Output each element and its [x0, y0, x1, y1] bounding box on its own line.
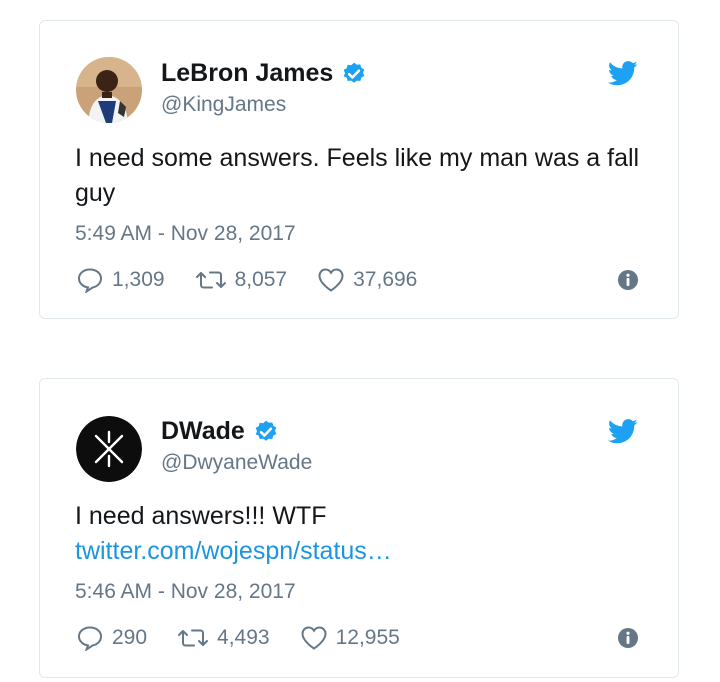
author-row: LeBron James: [161, 59, 367, 88]
reply-icon: [77, 626, 103, 651]
like-button[interactable]: 12,955: [300, 625, 400, 651]
retweet-icon: [178, 629, 209, 647]
retweet-icon: [195, 271, 226, 289]
timestamp[interactable]: 5:49 AM - Nov 28, 2017: [75, 222, 296, 246]
display-name[interactable]: DWade: [161, 417, 245, 446]
handle[interactable]: @KingJames: [161, 93, 286, 117]
tweet-card-dwade[interactable]: DWade @DwyaneWade I need answers!!! WTF …: [39, 378, 679, 678]
info-icon[interactable]: [616, 626, 640, 650]
avatar[interactable]: [76, 416, 142, 482]
tweet-card-lebron[interactable]: LeBron James @KingJames I need some answ…: [39, 20, 679, 319]
reply-count: 1,309: [112, 268, 165, 291]
tweet-link[interactable]: twitter.com/wojespn/status…: [75, 534, 642, 569]
display-name[interactable]: LeBron James: [161, 59, 333, 88]
twitter-bird-icon[interactable]: [608, 419, 638, 444]
reply-count: 290: [112, 626, 148, 649]
like-count: 12,955: [335, 626, 400, 649]
handle[interactable]: @DwyaneWade: [161, 451, 312, 475]
heart-icon: [301, 626, 327, 650]
avatar-photo-icon: [76, 57, 142, 123]
info-icon[interactable]: [616, 268, 640, 292]
retweet-button[interactable]: 4,493: [177, 626, 270, 650]
action-bar: 290 4,493 12,955: [76, 623, 640, 653]
avatar[interactable]: [76, 57, 142, 123]
action-bar: 1,309 8,057 37,696: [76, 265, 640, 295]
tweet-text: I need answers!!! WTF: [75, 502, 327, 530]
retweet-count: 4,493: [217, 626, 270, 649]
retweet-count: 8,057: [234, 268, 288, 291]
tweet-text: I need some answers. Feels like my man w…: [75, 144, 640, 207]
author-row: DWade: [161, 417, 279, 446]
way-of-wade-logo-icon: [76, 416, 142, 482]
like-count: 37,696: [353, 268, 418, 291]
twitter-bird-icon[interactable]: [608, 61, 638, 86]
heart-icon: [318, 268, 344, 292]
timestamp[interactable]: 5:46 AM - Nov 28, 2017: [75, 580, 296, 604]
like-button[interactable]: 37,696: [317, 267, 417, 293]
reply-button[interactable]: 290: [76, 625, 147, 651]
reply-button[interactable]: 1,309: [76, 267, 165, 293]
verified-badge-icon: [344, 62, 365, 83]
retweet-button[interactable]: 8,057: [195, 268, 288, 292]
verified-badge-icon: [255, 420, 277, 441]
tweet-body: I need answers!!! WTF twitter.com/wojesp…: [75, 499, 642, 569]
reply-icon: [77, 268, 103, 293]
